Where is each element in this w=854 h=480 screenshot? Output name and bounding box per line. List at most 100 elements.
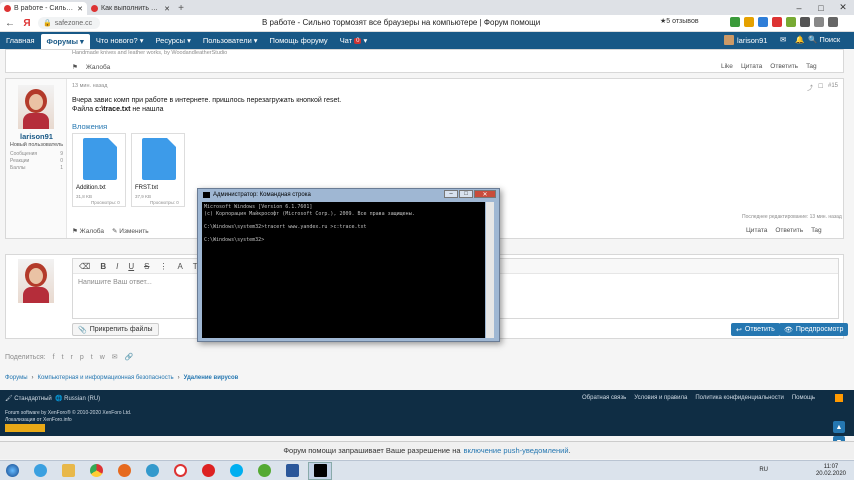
nav-whats-new[interactable]: Что нового? ▾ xyxy=(90,32,150,49)
nav-chat[interactable]: Чат 0 ▾ xyxy=(334,32,374,49)
start-button[interactable] xyxy=(0,462,24,480)
extension-icon[interactable] xyxy=(730,17,740,27)
cmd-scrollbar[interactable] xyxy=(486,202,494,338)
extension-icon[interactable] xyxy=(744,17,754,27)
footer-link[interactable]: Политика конфиденциальности xyxy=(695,395,784,401)
extension-icon[interactable] xyxy=(758,17,768,27)
post-time[interactable]: 13 мин. назад xyxy=(72,83,107,89)
close-window-button[interactable]: ✕ xyxy=(832,0,854,15)
url-field[interactable]: 🔒 safezone.cc xyxy=(38,17,100,29)
reviews-badge[interactable]: ★5 отзывов xyxy=(660,17,699,25)
report-link[interactable]: ⚑ Жалоба xyxy=(72,227,104,235)
attachment-addition[interactable]: Addition.txt 31,8 KB Просмотры: 0 xyxy=(72,133,126,207)
strike-button[interactable]: S xyxy=(144,262,149,271)
extension-icon[interactable] xyxy=(786,17,796,27)
email-icon[interactable]: ✉ xyxy=(112,353,118,361)
rss-icon[interactable] xyxy=(835,394,843,402)
browser-tab[interactable]: Как выполнить скрипт в ✕ xyxy=(87,2,174,15)
tag-button[interactable]: Tag xyxy=(806,63,816,70)
link-icon[interactable]: 🔗 xyxy=(125,353,134,361)
pinterest-icon[interactable]: p xyxy=(80,354,84,361)
taskbar-folder[interactable] xyxy=(56,462,80,480)
post-reply-button[interactable]: ↩ Ответить xyxy=(731,323,780,336)
user-menu[interactable]: larison91 xyxy=(724,35,767,45)
language-indicator[interactable]: RU xyxy=(759,467,768,473)
more-options-icon[interactable]: ⋮ xyxy=(159,262,167,271)
nav-members[interactable]: Пользователи ▾ xyxy=(197,32,264,49)
localization[interactable]: Локализация от XenForo.info xyxy=(5,417,72,423)
taskbar-firefox[interactable] xyxy=(112,462,136,480)
taskbar-explorer[interactable] xyxy=(28,462,52,480)
nav-help-forum[interactable]: Помощь форуму xyxy=(264,32,334,49)
footer-link[interactable]: Условия и правила xyxy=(634,395,687,401)
post-author[interactable]: larison91 xyxy=(6,132,67,141)
quote-button[interactable]: Цитата xyxy=(746,227,767,234)
extension-icon[interactable] xyxy=(772,17,782,27)
style-chooser[interactable]: 🖌 Стандартный xyxy=(5,395,52,402)
menu-icon[interactable] xyxy=(814,17,824,27)
like-button[interactable]: Like xyxy=(721,63,733,70)
reply-button[interactable]: Ответить xyxy=(770,63,798,70)
breadcrumb-item[interactable]: Форумы xyxy=(5,375,28,381)
taskbar-app[interactable] xyxy=(140,462,164,480)
preview-button[interactable]: 👁 Предпросмотр xyxy=(779,323,849,336)
back-arrow-icon[interactable]: ← xyxy=(4,17,16,29)
cmd-console[interactable]: Microsoft Windows [Version 6.1.7601] (c) … xyxy=(202,202,485,338)
cmd-window[interactable]: Администратор: Командная строка – □ ✕ Mi… xyxy=(197,188,500,342)
taskbar-torrent[interactable] xyxy=(252,462,276,480)
post-number[interactable]: #15 xyxy=(828,83,838,89)
tab-close-icon[interactable]: ✕ xyxy=(77,5,83,13)
download-icon[interactable] xyxy=(828,17,838,27)
taskbar-opera[interactable] xyxy=(196,462,220,480)
eraser-icon[interactable]: ⌫ xyxy=(79,262,90,271)
extension-icon[interactable] xyxy=(800,17,810,27)
inbox-icon[interactable]: ✉ xyxy=(780,35,786,44)
minimize-button[interactable]: – xyxy=(788,0,810,15)
push-enable-link[interactable]: включение push-уведомлений xyxy=(464,446,569,455)
taskbar-chrome[interactable] xyxy=(84,462,108,480)
yandex-logo-icon[interactable]: Я xyxy=(21,17,33,29)
tumblr-icon[interactable]: t xyxy=(91,354,93,361)
user-avatar[interactable] xyxy=(18,85,54,129)
nav-forums[interactable]: Форумы ▾ xyxy=(40,34,90,49)
reply-button[interactable]: Ответить xyxy=(775,227,803,234)
breadcrumb-item-current[interactable]: Удаление вирусов xyxy=(184,375,239,381)
italic-button[interactable]: I xyxy=(116,262,118,271)
edit-link[interactable]: ✎ Изменить xyxy=(112,227,149,235)
facebook-icon[interactable]: f xyxy=(53,354,55,361)
scroll-top-button[interactable]: ▲ xyxy=(833,421,845,433)
browser-tab-active[interactable]: В работе - Сильно торм ✕ xyxy=(0,2,87,15)
taskbar-word[interactable] xyxy=(280,462,304,480)
whatsapp-icon[interactable]: w xyxy=(100,354,105,361)
nav-resources[interactable]: Ресурсы ▾ xyxy=(149,32,196,49)
twitter-icon[interactable]: t xyxy=(62,354,64,361)
reddit-icon[interactable]: r xyxy=(71,354,73,361)
bell-icon[interactable]: 🔔 xyxy=(795,35,804,44)
new-tab-button[interactable]: + xyxy=(174,2,188,15)
cmd-close-button[interactable]: ✕ xyxy=(474,190,496,198)
attachment-frst[interactable]: FRST.txt 37,9 KB Просмотры: 0 xyxy=(131,133,185,207)
underline-button[interactable]: U xyxy=(128,262,134,271)
attach-files-button[interactable]: 📎 Прикрепить файлы xyxy=(72,323,159,336)
nav-home[interactable]: Главная xyxy=(0,32,41,49)
tag-button[interactable]: Tag xyxy=(811,227,821,234)
tab-close-icon[interactable]: ✕ xyxy=(164,5,170,13)
bold-button[interactable]: B xyxy=(100,262,106,271)
text-color-button[interactable]: A xyxy=(177,262,182,271)
search-button[interactable]: 🔍 Поиск xyxy=(808,35,840,44)
footer-link[interactable]: Помощь xyxy=(792,395,815,401)
reply-input[interactable]: Напишите Ваш ответ... xyxy=(78,279,152,286)
language-chooser[interactable]: 🌐 Russian (RU) xyxy=(55,395,100,402)
breadcrumb-item[interactable]: Компьютерная и информационная безопаснос… xyxy=(38,375,174,381)
maximize-button[interactable]: □ xyxy=(810,0,832,15)
system-clock[interactable]: 11:07 20.02.2020 xyxy=(816,464,846,478)
taskbar-skype[interactable] xyxy=(224,462,248,480)
cmd-minimize-button[interactable]: – xyxy=(444,190,458,198)
quote-button[interactable]: Цитата xyxy=(741,63,762,70)
cmd-maximize-button[interactable]: □ xyxy=(459,190,473,198)
taskbar-cmd[interactable] xyxy=(308,461,332,480)
bookmark-icon[interactable]: ☐ xyxy=(818,83,823,90)
footer-link[interactable]: Обратная связь xyxy=(582,395,626,401)
taskbar-yandex[interactable] xyxy=(168,462,192,480)
report-link[interactable]: ⚑ Жалоба xyxy=(72,63,110,72)
